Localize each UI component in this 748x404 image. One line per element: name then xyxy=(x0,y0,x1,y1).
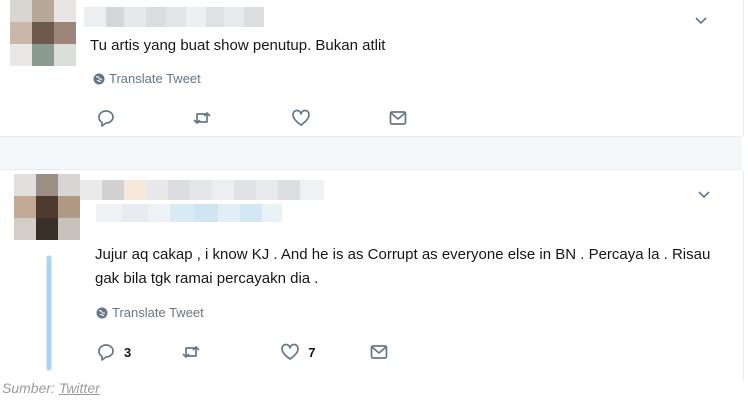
tweet-2-body: Jujur aq cakap , i know KJ . And he is a… xyxy=(0,0,742,404)
like-icon xyxy=(281,343,300,360)
reply-count: 3 xyxy=(124,344,132,360)
direct-message-button[interactable] xyxy=(369,342,389,362)
retweet-icon xyxy=(182,346,200,358)
translate-tweet-link[interactable]: Translate Tweet xyxy=(96,305,204,320)
translate-label: Translate Tweet xyxy=(112,305,204,320)
dm-icon xyxy=(371,345,388,359)
like-button[interactable]: 7 xyxy=(280,342,315,362)
retweet-button[interactable] xyxy=(181,342,201,362)
caption-prefix: Sumber: xyxy=(2,380,59,396)
timeline-border xyxy=(743,170,744,380)
source-caption: Sumber: Twitter xyxy=(2,380,100,396)
like-count: 7 xyxy=(308,344,316,360)
globe-icon xyxy=(96,307,108,318)
source-link[interactable]: Twitter xyxy=(59,380,100,396)
reply-button[interactable]: 3 xyxy=(96,342,131,362)
tweet-text: Jujur aq cakap , i know KJ . And he is a… xyxy=(95,246,711,287)
tweet-actions: 3 7 xyxy=(96,342,389,362)
reply-icon xyxy=(98,344,114,361)
timeline-border xyxy=(743,0,744,136)
